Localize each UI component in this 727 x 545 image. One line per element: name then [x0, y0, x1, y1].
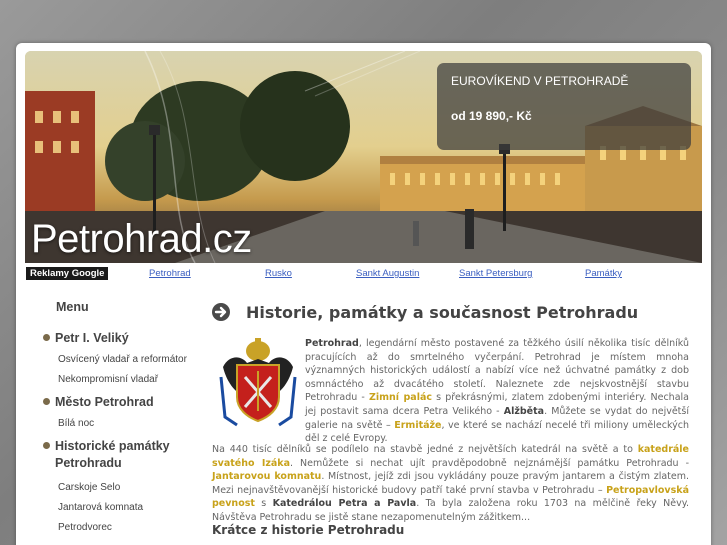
text: . Nemůžete si nechat ujít pravděpodobně … — [290, 457, 690, 469]
link-jantarova-komnata[interactable]: Jantarovou komnatu — [212, 471, 321, 482]
sidebar-subitem[interactable]: Jantarová komnata — [58, 502, 143, 513]
sidebar-subitem[interactable]: Petrodvorec — [58, 522, 112, 533]
bold-text: Alžběta — [503, 405, 545, 417]
sidebar-item-label: Město Petrohrad — [55, 395, 154, 409]
sidebar-item-mesto[interactable]: Město Petrohrad — [43, 394, 154, 411]
page-title: Historie, památky a současnost Petrohrad… — [246, 303, 639, 322]
nav-link-petrohrad[interactable]: Petrohrad — [149, 268, 191, 279]
sidebar-item-label: Petrohradu — [55, 456, 122, 470]
text: Na 440 tisíc dělníků se podílelo na stav… — [212, 444, 638, 455]
nav-link-rusko[interactable]: Rusko — [265, 268, 292, 279]
top-nav: Reklamy Google Petrohrad Rusko Sankt Aug… — [25, 266, 702, 282]
text: s — [254, 498, 273, 510]
link-ermitaz[interactable]: Ermitáže — [394, 420, 441, 431]
bullet-icon — [43, 442, 50, 450]
sidebar-item-label: Petr I. Veliký — [55, 331, 129, 345]
sidebar-item-petr[interactable]: Petr I. Veliký — [43, 330, 129, 347]
bold-text: Petrohrad — [305, 338, 359, 349]
google-ads-label: Reklamy Google — [26, 267, 109, 280]
section-subtitle: Krátce z historie Petrohradu — [212, 523, 405, 537]
nav-link-sankt-augustin[interactable]: Sankt Augustin — [356, 268, 419, 279]
nav-link-sankt-petersburg[interactable]: Sankt Petersburg — [459, 268, 532, 279]
sidebar-subitem[interactable]: Carskoje Selo — [58, 482, 120, 493]
nav-link-pamatky[interactable]: Památky — [585, 268, 622, 279]
promo-title[interactable]: EUROVÍKEND V PETROHRADĚ — [451, 74, 628, 88]
second-paragraph: Na 440 tisíc dělníků se podílelo na stav… — [212, 443, 689, 525]
bold-text: Katedrálou Petra a Pavla — [272, 498, 417, 510]
promo-box[interactable]: EUROVÍKEND V PETROHRADĚ od 19 890,- Kč — [437, 63, 691, 150]
sidebar-subitem[interactable]: Bílá noc — [58, 418, 94, 429]
hero-banner: Petrohrad.cz EUROVÍKEND V PETROHRADĚ od … — [25, 51, 702, 263]
menu-heading: Menu — [56, 300, 89, 314]
sidebar-subitem[interactable]: Osvícený vladař a reformátor — [58, 354, 187, 365]
sidebar-item-pamatky[interactable]: Historické památky Petrohradu — [43, 438, 170, 472]
bullet-icon — [43, 334, 50, 342]
sidebar-subitem[interactable]: Nekompromisní vladař — [58, 374, 158, 385]
link-zimni-palac[interactable]: Zimní palác — [369, 392, 432, 403]
promo-price: od 19 890,- Kč — [451, 109, 532, 123]
sidebar-item-label: Historické památky — [55, 439, 170, 453]
bullet-icon — [43, 398, 50, 406]
arrow-right-icon — [212, 303, 230, 321]
coat-of-arms-image — [215, 337, 301, 431]
intro-paragraph: Petrohrad, legendární město postavené za… — [305, 337, 689, 446]
site-logo-text[interactable]: Petrohrad.cz — [31, 217, 252, 262]
